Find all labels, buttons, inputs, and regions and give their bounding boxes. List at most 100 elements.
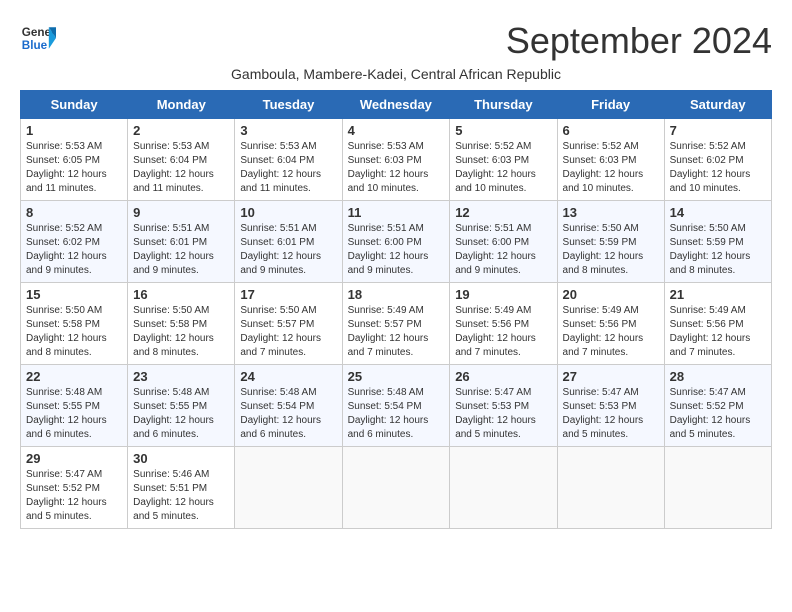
cell-info: Sunrise: 5:53 AMSunset: 6:05 PMDaylight:… [26,141,107,194]
day-number: 9 [133,205,229,220]
day-number: 13 [563,205,659,220]
calendar-cell: 28 Sunrise: 5:47 AMSunset: 5:52 PMDaylig… [664,365,771,447]
cell-info: Sunrise: 5:52 AMSunset: 6:02 PMDaylight:… [26,223,107,276]
calendar-cell [557,447,664,529]
cell-info: Sunrise: 5:50 AMSunset: 5:58 PMDaylight:… [26,305,107,358]
day-number: 6 [563,123,659,138]
calendar-cell: 26 Sunrise: 5:47 AMSunset: 5:53 PMDaylig… [450,365,557,447]
weekday-header: Saturday [664,91,771,119]
day-number: 30 [133,451,229,466]
cell-info: Sunrise: 5:47 AMSunset: 5:52 PMDaylight:… [26,469,107,522]
day-number: 2 [133,123,229,138]
calendar-cell: 23 Sunrise: 5:48 AMSunset: 5:55 PMDaylig… [128,365,235,447]
calendar-week-row: 29 Sunrise: 5:47 AMSunset: 5:52 PMDaylig… [21,447,772,529]
calendar-cell: 25 Sunrise: 5:48 AMSunset: 5:54 PMDaylig… [342,365,450,447]
day-number: 20 [563,287,659,302]
calendar-cell: 9 Sunrise: 5:51 AMSunset: 6:01 PMDayligh… [128,201,235,283]
cell-info: Sunrise: 5:52 AMSunset: 6:02 PMDaylight:… [670,141,751,194]
cell-info: Sunrise: 5:50 AMSunset: 5:57 PMDaylight:… [240,305,321,358]
calendar-cell: 12 Sunrise: 5:51 AMSunset: 6:00 PMDaylig… [450,201,557,283]
day-number: 17 [240,287,336,302]
calendar-cell: 2 Sunrise: 5:53 AMSunset: 6:04 PMDayligh… [128,119,235,201]
day-number: 23 [133,369,229,384]
svg-text:Blue: Blue [22,39,48,52]
calendar-cell: 10 Sunrise: 5:51 AMSunset: 6:01 PMDaylig… [235,201,342,283]
cell-info: Sunrise: 5:47 AMSunset: 5:53 PMDaylight:… [563,387,644,440]
day-number: 29 [26,451,122,466]
cell-info: Sunrise: 5:51 AMSunset: 6:00 PMDaylight:… [455,223,536,276]
page-header: General Blue September 2024 [20,20,772,62]
day-number: 5 [455,123,551,138]
cell-info: Sunrise: 5:53 AMSunset: 6:03 PMDaylight:… [348,141,429,194]
calendar-cell: 29 Sunrise: 5:47 AMSunset: 5:52 PMDaylig… [21,447,128,529]
day-number: 28 [670,369,766,384]
weekday-header: Monday [128,91,235,119]
cell-info: Sunrise: 5:47 AMSunset: 5:53 PMDaylight:… [455,387,536,440]
weekday-header-row: SundayMondayTuesdayWednesdayThursdayFrid… [21,91,772,119]
day-number: 3 [240,123,336,138]
calendar-cell [664,447,771,529]
calendar-cell: 22 Sunrise: 5:48 AMSunset: 5:55 PMDaylig… [21,365,128,447]
calendar-cell: 4 Sunrise: 5:53 AMSunset: 6:03 PMDayligh… [342,119,450,201]
day-number: 22 [26,369,122,384]
weekday-header: Thursday [450,91,557,119]
calendar-cell [342,447,450,529]
weekday-header: Wednesday [342,91,450,119]
calendar-cell: 20 Sunrise: 5:49 AMSunset: 5:56 PMDaylig… [557,283,664,365]
calendar-cell: 15 Sunrise: 5:50 AMSunset: 5:58 PMDaylig… [21,283,128,365]
cell-info: Sunrise: 5:48 AMSunset: 5:55 PMDaylight:… [133,387,214,440]
month-title: September 2024 [506,20,772,62]
day-number: 25 [348,369,445,384]
day-number: 4 [348,123,445,138]
calendar-cell: 27 Sunrise: 5:47 AMSunset: 5:53 PMDaylig… [557,365,664,447]
day-number: 15 [26,287,122,302]
calendar-cell: 18 Sunrise: 5:49 AMSunset: 5:57 PMDaylig… [342,283,450,365]
calendar-table: SundayMondayTuesdayWednesdayThursdayFrid… [20,90,772,529]
calendar-cell: 6 Sunrise: 5:52 AMSunset: 6:03 PMDayligh… [557,119,664,201]
weekday-header: Friday [557,91,664,119]
calendar-cell: 19 Sunrise: 5:49 AMSunset: 5:56 PMDaylig… [450,283,557,365]
calendar-cell: 8 Sunrise: 5:52 AMSunset: 6:02 PMDayligh… [21,201,128,283]
calendar-cell [235,447,342,529]
calendar-cell: 30 Sunrise: 5:46 AMSunset: 5:51 PMDaylig… [128,447,235,529]
logo: General Blue [20,20,56,56]
calendar-week-row: 22 Sunrise: 5:48 AMSunset: 5:55 PMDaylig… [21,365,772,447]
calendar-cell: 16 Sunrise: 5:50 AMSunset: 5:58 PMDaylig… [128,283,235,365]
calendar-cell: 24 Sunrise: 5:48 AMSunset: 5:54 PMDaylig… [235,365,342,447]
cell-info: Sunrise: 5:51 AMSunset: 6:00 PMDaylight:… [348,223,429,276]
weekday-header: Sunday [21,91,128,119]
calendar-cell: 7 Sunrise: 5:52 AMSunset: 6:02 PMDayligh… [664,119,771,201]
cell-info: Sunrise: 5:49 AMSunset: 5:56 PMDaylight:… [670,305,751,358]
cell-info: Sunrise: 5:52 AMSunset: 6:03 PMDaylight:… [455,141,536,194]
day-number: 1 [26,123,122,138]
weekday-header: Tuesday [235,91,342,119]
day-number: 16 [133,287,229,302]
calendar-cell: 3 Sunrise: 5:53 AMSunset: 6:04 PMDayligh… [235,119,342,201]
cell-info: Sunrise: 5:53 AMSunset: 6:04 PMDaylight:… [240,141,321,194]
calendar-cell: 17 Sunrise: 5:50 AMSunset: 5:57 PMDaylig… [235,283,342,365]
cell-info: Sunrise: 5:52 AMSunset: 6:03 PMDaylight:… [563,141,644,194]
day-number: 19 [455,287,551,302]
calendar-cell: 21 Sunrise: 5:49 AMSunset: 5:56 PMDaylig… [664,283,771,365]
day-number: 26 [455,369,551,384]
cell-info: Sunrise: 5:51 AMSunset: 6:01 PMDaylight:… [133,223,214,276]
calendar-cell: 13 Sunrise: 5:50 AMSunset: 5:59 PMDaylig… [557,201,664,283]
calendar-week-row: 8 Sunrise: 5:52 AMSunset: 6:02 PMDayligh… [21,201,772,283]
day-number: 14 [670,205,766,220]
cell-info: Sunrise: 5:50 AMSunset: 5:59 PMDaylight:… [670,223,751,276]
title-block: September 2024 [506,20,772,62]
cell-info: Sunrise: 5:49 AMSunset: 5:56 PMDaylight:… [563,305,644,358]
cell-info: Sunrise: 5:48 AMSunset: 5:54 PMDaylight:… [348,387,429,440]
day-number: 24 [240,369,336,384]
cell-info: Sunrise: 5:48 AMSunset: 5:55 PMDaylight:… [26,387,107,440]
day-number: 11 [348,205,445,220]
day-number: 21 [670,287,766,302]
cell-info: Sunrise: 5:47 AMSunset: 5:52 PMDaylight:… [670,387,751,440]
day-number: 18 [348,287,445,302]
calendar-cell: 5 Sunrise: 5:52 AMSunset: 6:03 PMDayligh… [450,119,557,201]
day-number: 10 [240,205,336,220]
day-number: 8 [26,205,122,220]
calendar-week-row: 15 Sunrise: 5:50 AMSunset: 5:58 PMDaylig… [21,283,772,365]
calendar-cell [450,447,557,529]
subtitle: Gamboula, Mambere-Kadei, Central African… [20,66,772,82]
